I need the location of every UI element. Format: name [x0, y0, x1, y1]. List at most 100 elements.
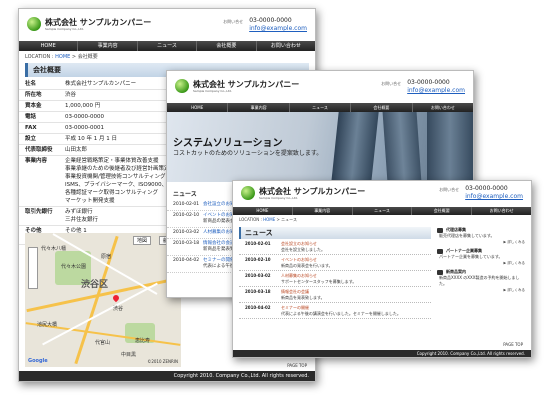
nav-news[interactable]: ニュース [290, 103, 352, 112]
nav-home[interactable]: HOME [19, 41, 79, 51]
hero-subtitle: コストカットのためのソリューションを提案致します。 [173, 150, 323, 157]
hero-title: システムソリューション [173, 138, 283, 149]
contact-email-link[interactable]: info@example.com [249, 25, 307, 33]
hero-building-image [427, 112, 473, 182]
news-body: 新商品の発表会を行います。 [281, 262, 333, 268]
sidebar-text: 新商品XXXX のXXX製造の予約を開始しました。 [439, 275, 520, 286]
news-date: 2010-04-02 [173, 258, 200, 263]
sidebar-box: 代理店募集 販売代理店を募集しています。 ▶ 詳しくみる [437, 227, 525, 245]
embedded-map[interactable]: 地図 航空 代々木八幡 代々木公園 渋谷区 恵比寿 中目黒 池尻大橋 代官山 渋… [25, 233, 181, 367]
map-copyright: ©2010 ZENRIN [147, 359, 178, 364]
breadcrumb-home-link[interactable]: HOME [263, 217, 275, 222]
company-name: 株式会社 サンプルカンパニー [193, 79, 300, 89]
megaphone-icon [437, 248, 443, 254]
breadcrumb-current: 会社概要 [77, 54, 98, 60]
hero-building-image [331, 112, 379, 182]
map-label: 代官山 [95, 340, 111, 346]
sidebar: 代理店募集 販売代理店を募集しています。 ▶ 詳しくみる パートナー企業募集 パートナー… [437, 227, 525, 296]
site-logo[interactable]: 株式会社 サンプルカンパニー Sample Company Co.,Ltd. [27, 17, 151, 31]
logo-globe-icon [27, 17, 41, 31]
breadcrumb-label: LOCATION [239, 217, 260, 222]
company-name: 株式会社 サンプルカンパニー [45, 17, 152, 27]
contact-phone: 03-0000-0000 [407, 79, 450, 86]
news-body: 新商品を発表致します。 [281, 294, 325, 300]
nav-contact[interactable]: お問い合わせ [413, 103, 473, 112]
map-label: 代々木公園 [61, 264, 87, 270]
map-label: 渋谷区 [81, 280, 109, 290]
map-label: 代々木八幡 [41, 246, 67, 252]
map-zoom-control[interactable] [28, 247, 38, 289]
logo-globe-icon [175, 79, 189, 93]
site-header: 株式会社 サンプルカンパニー Sample Company Co.,Ltd. お… [19, 9, 315, 41]
news-body: サポートセンタースタッフを募集します。 [281, 278, 357, 284]
row-key: 取引先銀行 [19, 206, 62, 226]
nav-news[interactable]: ニュース [353, 207, 413, 215]
company-sub: Sample Company Co.,Ltd. [45, 26, 84, 31]
news-body: 会社を設立致しました。 [281, 246, 325, 252]
news-page-window: 株式会社 サンプルカンパニー Sample Company Co.,Ltd. お… [232, 180, 532, 358]
map-type-button[interactable]: 地図 [132, 236, 151, 245]
list-item: 2010-02-01 会社設立のお知らせ 会社を設立致しました。 [239, 239, 431, 255]
company-sub: Sample Company Co.,Ltd. [193, 88, 232, 93]
page-top-link[interactable]: PAGE TOP [287, 363, 307, 368]
contact-label: お問い合せ [223, 19, 244, 24]
site-footer: Copyright 2010. Company Co.,Ltd. All rig… [19, 371, 315, 381]
breadcrumb-label: LOCATION [25, 54, 51, 60]
row-key: 設立 [19, 133, 62, 145]
contact-phone: 03-0000-0000 [465, 185, 508, 192]
google-logo: Google [28, 358, 48, 364]
news-date: 2010-02-01 [173, 202, 200, 207]
list-item: 2010-02-10イベントのお知らせ新商品の発表会を行います。 [239, 255, 431, 271]
news-body: 代表による午後の講演会を行いました。セミナーを開催しました。 [281, 310, 401, 316]
nav-business[interactable]: 事業内容 [293, 207, 353, 215]
nav-contact[interactable]: お問い合わせ [472, 207, 531, 215]
page-title: ニュース [239, 227, 431, 239]
site-header: 株式会社 サンプルカンパニー Sample Company Co.,Ltd. お… [233, 181, 531, 207]
page-top-link[interactable]: PAGE TOP [503, 342, 523, 347]
news-date: 2010-03-02 [173, 230, 200, 235]
nav-home[interactable]: HOME [167, 103, 229, 112]
breadcrumb-home-link[interactable]: HOME [55, 54, 70, 60]
header-contact: お問い合せ 03-0000-0000 info@example.com [223, 17, 307, 33]
site-footer: Copyright 2010. Company Co.,Ltd. All rig… [233, 350, 531, 357]
contact-email-link[interactable]: info@example.com [465, 193, 523, 201]
contact-email-link[interactable]: info@example.com [407, 87, 465, 95]
read-more-link[interactable]: ▶ 詳しくみる [437, 239, 525, 245]
news-main-column: ニュース 2010-02-01 会社設立のお知らせ 会社を設立致しました。 2010-… [239, 227, 431, 319]
map-label: 恵比寿 [135, 338, 151, 344]
nav-contact[interactable]: お問い合わせ [257, 41, 315, 51]
map-label: 原宿 [101, 254, 112, 260]
header-contact: お問い合せ 03-0000-0000 info@example.com [439, 185, 523, 201]
sidebar-box: パートナー企業募集 パートナー企業を募集しています。 ▶ 詳しくみる [437, 248, 525, 266]
list-item: 2010-04-02 セミナーの開催 代表による午後の講演会を行いました。セミナーを… [239, 303, 431, 319]
contact-label: お問い合せ [439, 187, 460, 192]
row-key: 電話 [19, 111, 62, 123]
row-key: 所在地 [19, 89, 62, 101]
row-key: 代表取締役 [19, 144, 62, 156]
nav-news[interactable]: ニュース [138, 41, 198, 51]
site-logo[interactable]: 株式会社 サンプルカンパニー Sample Company Co.,Ltd. [241, 186, 365, 200]
nav-company[interactable]: 会社概要 [197, 41, 257, 51]
hero-building-image [382, 112, 422, 182]
read-more-link[interactable]: ▶ 詳しくみる [437, 287, 525, 293]
contact-phone: 03-0000-0000 [249, 17, 292, 24]
nav-company[interactable]: 会社概要 [412, 207, 473, 215]
map-label: 中目黒 [121, 352, 137, 358]
list-item: 2010-03-18 情報会社の会議 新商品を発表致します。 [239, 287, 431, 303]
nav-company[interactable]: 会社概要 [351, 103, 413, 112]
read-more-link[interactable]: ▶ 詳しくみる [437, 260, 525, 266]
row-key: FAX [19, 122, 62, 134]
row-key: 資本金 [19, 100, 62, 112]
nav-business[interactable]: 事業内容 [228, 103, 290, 112]
news-date: 2010-02-10 [173, 213, 200, 218]
company-sub: Sample Company Co.,Ltd. [259, 195, 298, 200]
row-key: 社名 [19, 79, 62, 90]
nav-business[interactable]: 事業内容 [78, 41, 138, 51]
row-key: 事業内容 [19, 155, 62, 207]
header-contact: お問い合せ 03-0000-0000 info@example.com [381, 79, 465, 95]
site-logo[interactable]: 株式会社 サンプルカンパニー Sample Company Co.,Ltd. [175, 79, 299, 93]
breadcrumb: LOCATION : HOME > ニュース [239, 217, 297, 222]
megaphone-icon [437, 227, 443, 233]
nav-home[interactable]: HOME [233, 207, 293, 215]
map-pin-icon[interactable] [111, 293, 121, 303]
